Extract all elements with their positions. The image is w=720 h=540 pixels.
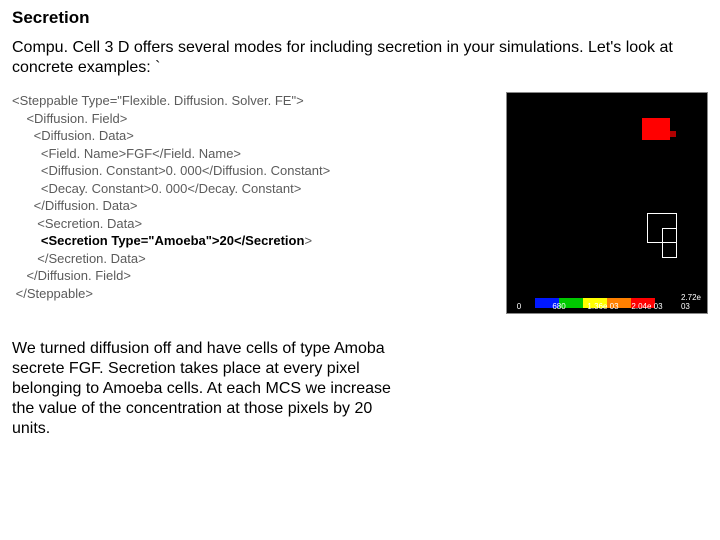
legend-tick: 0 — [517, 302, 521, 311]
amoeba-cell-red — [642, 118, 670, 140]
intro-paragraph: Compu. Cell 3 D offers several modes for… — [12, 38, 708, 78]
code-line: </Steppable> — [12, 286, 93, 301]
legend-tick: 2.72e 03 — [681, 293, 701, 311]
simulation-canvas: 0 680 1.36e 03 2.04e 03 2.72e 03 — [506, 92, 708, 314]
code-line: <Field. Name>FGF</Field. Name> — [12, 146, 241, 161]
legend-tick: 680 — [552, 302, 565, 311]
content-columns: <Steppable Type="Flexible. Diffusion. So… — [12, 92, 708, 439]
code-line: <Secretion. Data> — [12, 216, 142, 231]
code-line: </Diffusion. Data> — [12, 198, 138, 213]
legend-tick: 2.04e 03 — [631, 302, 662, 311]
code-line-bold: <Secretion Type="Amoeba">20</Secretion — [12, 233, 304, 248]
color-legend: 0 680 1.36e 03 2.04e 03 2.72e 03 — [511, 295, 703, 311]
section-title: Secretion — [12, 8, 708, 28]
code-line: <Diffusion. Field> — [12, 111, 127, 126]
legend-swatch — [511, 298, 535, 308]
explanation-paragraph: We turned diffusion off and have cells o… — [12, 339, 402, 439]
code-line: <Diffusion. Data> — [12, 128, 134, 143]
code-block: <Steppable Type="Flexible. Diffusion. So… — [12, 92, 496, 303]
amoeba-cell-red-pixel — [670, 131, 676, 137]
code-line: <Diffusion. Constant>0. 000</Diffusion. … — [12, 163, 330, 178]
code-line: <Steppable Type="Flexible. Diffusion. So… — [12, 93, 304, 108]
grid-outline — [662, 228, 677, 258]
code-line: </Secretion. Data> — [12, 251, 146, 266]
left-column: <Steppable Type="Flexible. Diffusion. So… — [12, 92, 496, 439]
legend-tick: 1.36e 03 — [587, 302, 618, 311]
code-line: > — [304, 233, 312, 248]
code-line: </Diffusion. Field> — [12, 268, 131, 283]
code-line: <Decay. Constant>0. 000</Decay. Constant… — [12, 181, 301, 196]
